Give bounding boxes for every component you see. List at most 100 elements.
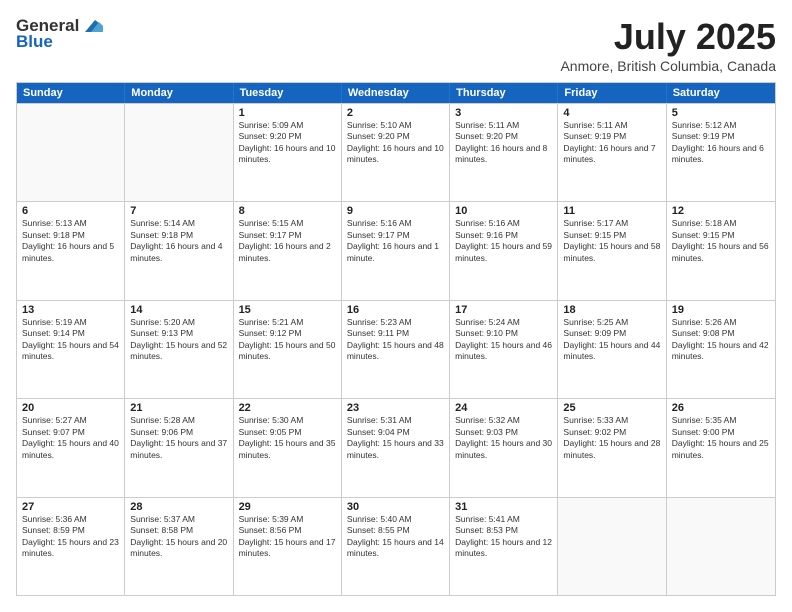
day-detail: Sunrise: 5:40 AMSunset: 8:55 PMDaylight:… [347,514,444,560]
day-number: 24 [455,402,552,414]
day-cell-2: 2Sunrise: 5:10 AMSunset: 9:20 PMDaylight… [342,104,450,201]
day-detail: Sunrise: 5:19 AMSunset: 9:14 PMDaylight:… [22,317,119,363]
day-cell-16: 16Sunrise: 5:23 AMSunset: 9:11 PMDayligh… [342,301,450,398]
weekday-header-wednesday: Wednesday [342,83,450,103]
day-cell-19: 19Sunrise: 5:26 AMSunset: 9:08 PMDayligh… [667,301,775,398]
day-detail: Sunrise: 5:28 AMSunset: 9:06 PMDaylight:… [130,415,227,461]
day-detail: Sunrise: 5:10 AMSunset: 9:20 PMDaylight:… [347,120,444,166]
day-number: 11 [563,205,660,217]
day-detail: Sunrise: 5:31 AMSunset: 9:04 PMDaylight:… [347,415,444,461]
weekday-header-tuesday: Tuesday [234,83,342,103]
day-detail: Sunrise: 5:39 AMSunset: 8:56 PMDaylight:… [239,514,336,560]
empty-cell [125,104,233,201]
day-cell-12: 12Sunrise: 5:18 AMSunset: 9:15 PMDayligh… [667,202,775,299]
day-number: 2 [347,107,444,119]
logo: General Blue [16,16,103,52]
day-detail: Sunrise: 5:33 AMSunset: 9:02 PMDaylight:… [563,415,660,461]
day-cell-8: 8Sunrise: 5:15 AMSunset: 9:17 PMDaylight… [234,202,342,299]
day-detail: Sunrise: 5:11 AMSunset: 9:20 PMDaylight:… [455,120,552,166]
day-cell-18: 18Sunrise: 5:25 AMSunset: 9:09 PMDayligh… [558,301,666,398]
day-detail: Sunrise: 5:16 AMSunset: 9:17 PMDaylight:… [347,218,444,264]
day-cell-17: 17Sunrise: 5:24 AMSunset: 9:10 PMDayligh… [450,301,558,398]
week-row-4: 20Sunrise: 5:27 AMSunset: 9:07 PMDayligh… [17,398,775,496]
day-detail: Sunrise: 5:35 AMSunset: 9:00 PMDaylight:… [672,415,770,461]
empty-cell [17,104,125,201]
day-detail: Sunrise: 5:20 AMSunset: 9:13 PMDaylight:… [130,317,227,363]
weekday-header-thursday: Thursday [450,83,558,103]
day-detail: Sunrise: 5:41 AMSunset: 8:53 PMDaylight:… [455,514,552,560]
day-number: 8 [239,205,336,217]
day-detail: Sunrise: 5:11 AMSunset: 9:19 PMDaylight:… [563,120,660,166]
day-detail: Sunrise: 5:12 AMSunset: 9:19 PMDaylight:… [672,120,770,166]
day-number: 9 [347,205,444,217]
weekday-header-sunday: Sunday [17,83,125,103]
day-number: 4 [563,107,660,119]
day-cell-23: 23Sunrise: 5:31 AMSunset: 9:04 PMDayligh… [342,399,450,496]
day-detail: Sunrise: 5:18 AMSunset: 9:15 PMDaylight:… [672,218,770,264]
day-cell-30: 30Sunrise: 5:40 AMSunset: 8:55 PMDayligh… [342,498,450,595]
day-number: 30 [347,501,444,513]
day-detail: Sunrise: 5:27 AMSunset: 9:07 PMDaylight:… [22,415,119,461]
logo-icon [81,18,103,34]
day-number: 12 [672,205,770,217]
weekday-header-saturday: Saturday [667,83,775,103]
day-cell-29: 29Sunrise: 5:39 AMSunset: 8:56 PMDayligh… [234,498,342,595]
day-number: 3 [455,107,552,119]
day-cell-6: 6Sunrise: 5:13 AMSunset: 9:18 PMDaylight… [17,202,125,299]
day-cell-9: 9Sunrise: 5:16 AMSunset: 9:17 PMDaylight… [342,202,450,299]
day-detail: Sunrise: 5:23 AMSunset: 9:11 PMDaylight:… [347,317,444,363]
week-row-2: 6Sunrise: 5:13 AMSunset: 9:18 PMDaylight… [17,201,775,299]
day-cell-14: 14Sunrise: 5:20 AMSunset: 9:13 PMDayligh… [125,301,233,398]
logo-text-blue: Blue [16,32,53,52]
day-number: 13 [22,304,119,316]
day-number: 16 [347,304,444,316]
day-number: 5 [672,107,770,119]
day-number: 14 [130,304,227,316]
weekday-header-friday: Friday [558,83,666,103]
page: General Blue July 2025 Anmore, British C… [0,0,792,612]
calendar-title: July 2025 [560,16,776,58]
day-cell-15: 15Sunrise: 5:21 AMSunset: 9:12 PMDayligh… [234,301,342,398]
day-cell-24: 24Sunrise: 5:32 AMSunset: 9:03 PMDayligh… [450,399,558,496]
day-number: 7 [130,205,227,217]
day-detail: Sunrise: 5:26 AMSunset: 9:08 PMDaylight:… [672,317,770,363]
calendar-body: 1Sunrise: 5:09 AMSunset: 9:20 PMDaylight… [17,103,775,595]
day-detail: Sunrise: 5:17 AMSunset: 9:15 PMDaylight:… [563,218,660,264]
day-number: 21 [130,402,227,414]
day-number: 15 [239,304,336,316]
day-detail: Sunrise: 5:13 AMSunset: 9:18 PMDaylight:… [22,218,119,264]
day-detail: Sunrise: 5:14 AMSunset: 9:18 PMDaylight:… [130,218,227,264]
day-number: 25 [563,402,660,414]
day-cell-11: 11Sunrise: 5:17 AMSunset: 9:15 PMDayligh… [558,202,666,299]
week-row-3: 13Sunrise: 5:19 AMSunset: 9:14 PMDayligh… [17,300,775,398]
day-number: 1 [239,107,336,119]
day-cell-26: 26Sunrise: 5:35 AMSunset: 9:00 PMDayligh… [667,399,775,496]
day-detail: Sunrise: 5:24 AMSunset: 9:10 PMDaylight:… [455,317,552,363]
calendar-header-row: SundayMondayTuesdayWednesdayThursdayFrid… [17,83,775,103]
day-cell-31: 31Sunrise: 5:41 AMSunset: 8:53 PMDayligh… [450,498,558,595]
day-cell-20: 20Sunrise: 5:27 AMSunset: 9:07 PMDayligh… [17,399,125,496]
day-detail: Sunrise: 5:15 AMSunset: 9:17 PMDaylight:… [239,218,336,264]
day-detail: Sunrise: 5:21 AMSunset: 9:12 PMDaylight:… [239,317,336,363]
empty-cell [558,498,666,595]
calendar-location: Anmore, British Columbia, Canada [560,58,776,74]
day-cell-27: 27Sunrise: 5:36 AMSunset: 8:59 PMDayligh… [17,498,125,595]
day-detail: Sunrise: 5:16 AMSunset: 9:16 PMDaylight:… [455,218,552,264]
day-number: 28 [130,501,227,513]
day-detail: Sunrise: 5:36 AMSunset: 8:59 PMDaylight:… [22,514,119,560]
day-number: 6 [22,205,119,217]
empty-cell [667,498,775,595]
day-detail: Sunrise: 5:32 AMSunset: 9:03 PMDaylight:… [455,415,552,461]
day-cell-10: 10Sunrise: 5:16 AMSunset: 9:16 PMDayligh… [450,202,558,299]
day-detail: Sunrise: 5:09 AMSunset: 9:20 PMDaylight:… [239,120,336,166]
day-number: 19 [672,304,770,316]
week-row-1: 1Sunrise: 5:09 AMSunset: 9:20 PMDaylight… [17,103,775,201]
day-detail: Sunrise: 5:25 AMSunset: 9:09 PMDaylight:… [563,317,660,363]
day-cell-25: 25Sunrise: 5:33 AMSunset: 9:02 PMDayligh… [558,399,666,496]
day-cell-13: 13Sunrise: 5:19 AMSunset: 9:14 PMDayligh… [17,301,125,398]
day-cell-7: 7Sunrise: 5:14 AMSunset: 9:18 PMDaylight… [125,202,233,299]
title-block: July 2025 Anmore, British Columbia, Cana… [560,16,776,74]
day-number: 23 [347,402,444,414]
day-number: 22 [239,402,336,414]
header: General Blue July 2025 Anmore, British C… [16,16,776,74]
